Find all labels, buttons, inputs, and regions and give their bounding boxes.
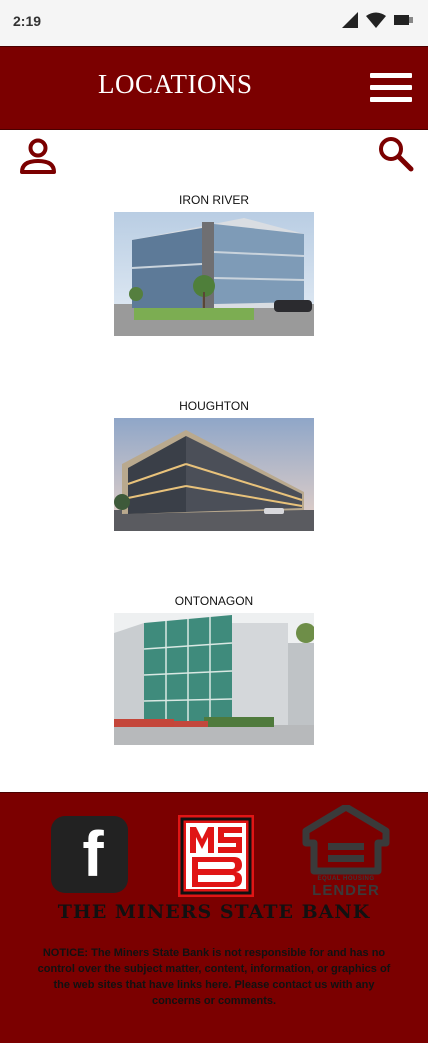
location-photo-iron-river[interactable] (114, 212, 314, 336)
location-label-iron-river[interactable]: IRON RIVER (0, 193, 428, 207)
hamburger-menu-icon[interactable] (370, 73, 412, 103)
msb-logo (178, 815, 254, 897)
location-label-ontonagon[interactable]: ONTONAGON (0, 594, 428, 608)
app-header: LOCATIONS (0, 46, 428, 130)
bank-name: THE MINERS STATE BANK (57, 901, 371, 923)
location-photo-ontonagon[interactable] (114, 613, 314, 745)
location-photo-houghton[interactable] (114, 418, 314, 531)
page-title: LOCATIONS (98, 69, 253, 99)
signal-icon (342, 12, 358, 28)
wifi-icon (366, 12, 386, 28)
facebook-icon[interactable]: f (51, 816, 128, 893)
disclaimer-notice: NOTICE: The Miners State Bank is not res… (37, 947, 391, 1007)
equal-housing-lender-logo: EQUAL HOUSING LENDER (302, 805, 390, 897)
search-icon[interactable] (378, 136, 414, 172)
account-icon[interactable] (18, 137, 58, 177)
battery-icon (394, 15, 413, 25)
status-bar: 2:19 (0, 0, 428, 46)
status-time: 2:19 (13, 13, 42, 29)
svg-text:LENDER: LENDER (312, 882, 380, 897)
status-icons (342, 12, 414, 28)
location-label-houghton[interactable]: HOUGHTON (0, 399, 428, 413)
footer: f EQUAL HOUSING LENDER THE MINERS STATE … (0, 792, 428, 1043)
